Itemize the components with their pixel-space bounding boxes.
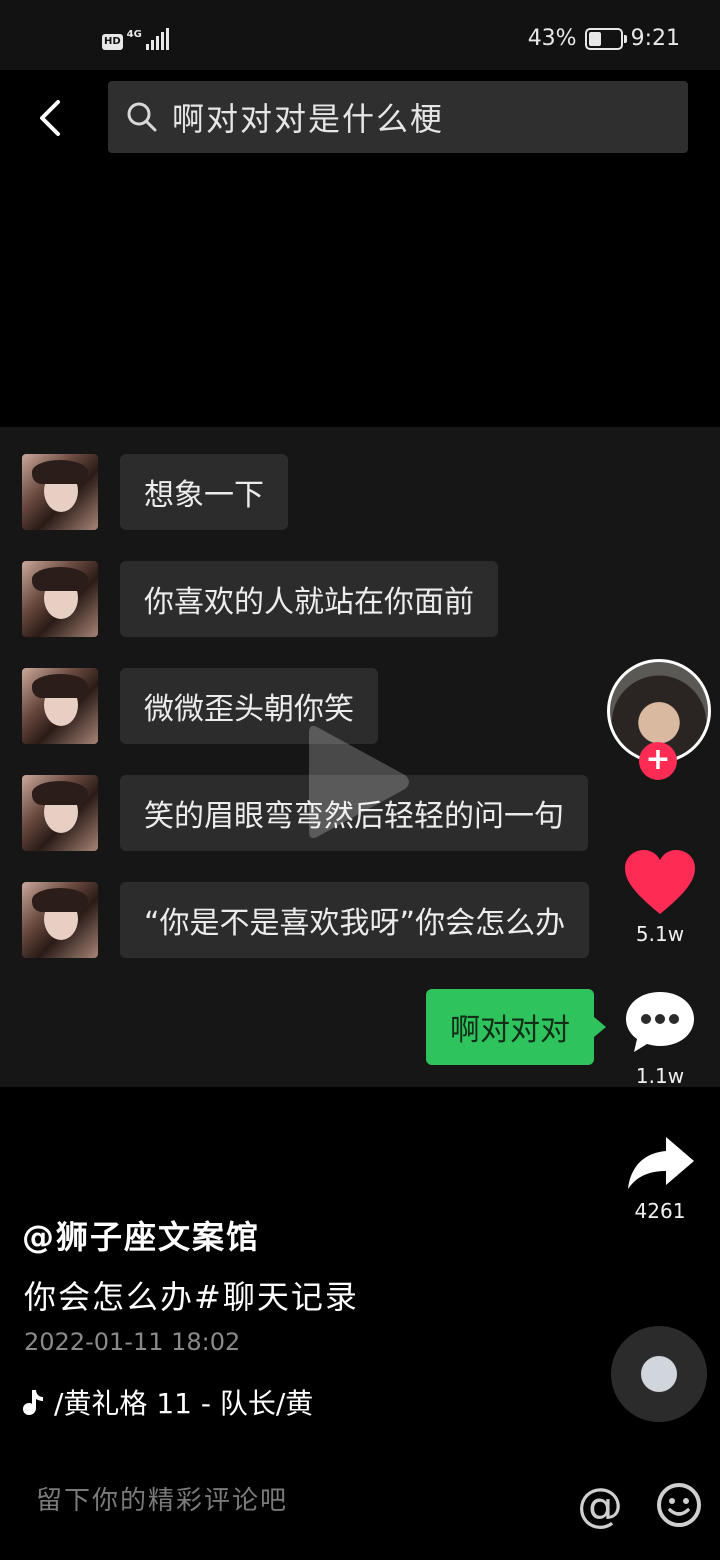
clock: 9:21	[630, 26, 680, 51]
like-button[interactable]: 5.1w	[620, 848, 700, 946]
battery-percent: 43%	[527, 26, 577, 51]
chat-bubble: 你喜欢的人就站在你面前	[120, 561, 498, 637]
music-title: /黄礼格 11 - 队长/黄	[54, 1387, 314, 1420]
comment-input[interactable]: 留下你的精彩评论吧	[36, 1480, 288, 1517]
video-caption[interactable]: 你会怎么办#聊天记录	[24, 1272, 359, 1318]
post-date: 2022-01-11 18:02	[24, 1328, 241, 1356]
signal-icon	[145, 28, 169, 50]
share-count: 4261	[634, 1199, 686, 1223]
chat-bubble: “你是不是喜欢我呀”你会怎么办	[120, 882, 590, 958]
music-disc[interactable]	[611, 1326, 707, 1422]
search-query[interactable]: 啊对对对是什么梗	[172, 94, 444, 140]
follow-button[interactable]: +	[639, 742, 677, 780]
avatar	[22, 454, 98, 530]
search-box[interactable]: 啊对对对是什么梗	[108, 81, 688, 153]
avatar	[22, 561, 98, 637]
video-player[interactable]: 想象一下 你喜欢的人就站在你面前 微微歪头朝你笑 笑的眉眼弯弯然后轻轻的问一句 …	[0, 427, 720, 1087]
comment-bubble-icon	[626, 992, 694, 1052]
chat-message: 你喜欢的人就站在你面前	[22, 561, 498, 637]
share-arrow-icon	[628, 1137, 694, 1189]
network-type: 4G	[126, 29, 142, 40]
avatar	[22, 882, 98, 958]
play-icon[interactable]	[305, 717, 415, 847]
music-info[interactable]: /黄礼格 11 - 队长/黄	[22, 1382, 392, 1422]
magnifier-icon	[127, 102, 157, 132]
author-name[interactable]: @狮子座文案馆	[22, 1212, 260, 1258]
chat-reply: 啊对对对	[426, 989, 606, 1065]
share-button[interactable]: 4261	[620, 1135, 700, 1223]
at-mention-icon[interactable]: @	[577, 1478, 623, 1532]
avatar	[22, 775, 98, 851]
emoji-icon[interactable]	[656, 1482, 702, 1528]
hd-badge: HD	[102, 34, 123, 50]
heart-icon	[625, 850, 695, 914]
comment-button[interactable]: 1.1w	[620, 988, 700, 1088]
reply-bubble: 啊对对对	[426, 989, 606, 1065]
music-note-icon	[23, 1390, 43, 1415]
like-count: 5.1w	[635, 922, 685, 946]
comment-count: 1.1w	[635, 1064, 685, 1088]
chat-bubble: 想象一下	[120, 454, 288, 530]
chat-message: 想象一下	[22, 454, 288, 530]
chevron-left-icon[interactable]	[36, 98, 66, 138]
avatar	[22, 668, 98, 744]
status-bar: HD 4G 43% 9:21	[0, 0, 720, 70]
chat-message: “你是不是喜欢我呀”你会怎么办	[22, 882, 590, 958]
battery-icon	[584, 27, 627, 50]
